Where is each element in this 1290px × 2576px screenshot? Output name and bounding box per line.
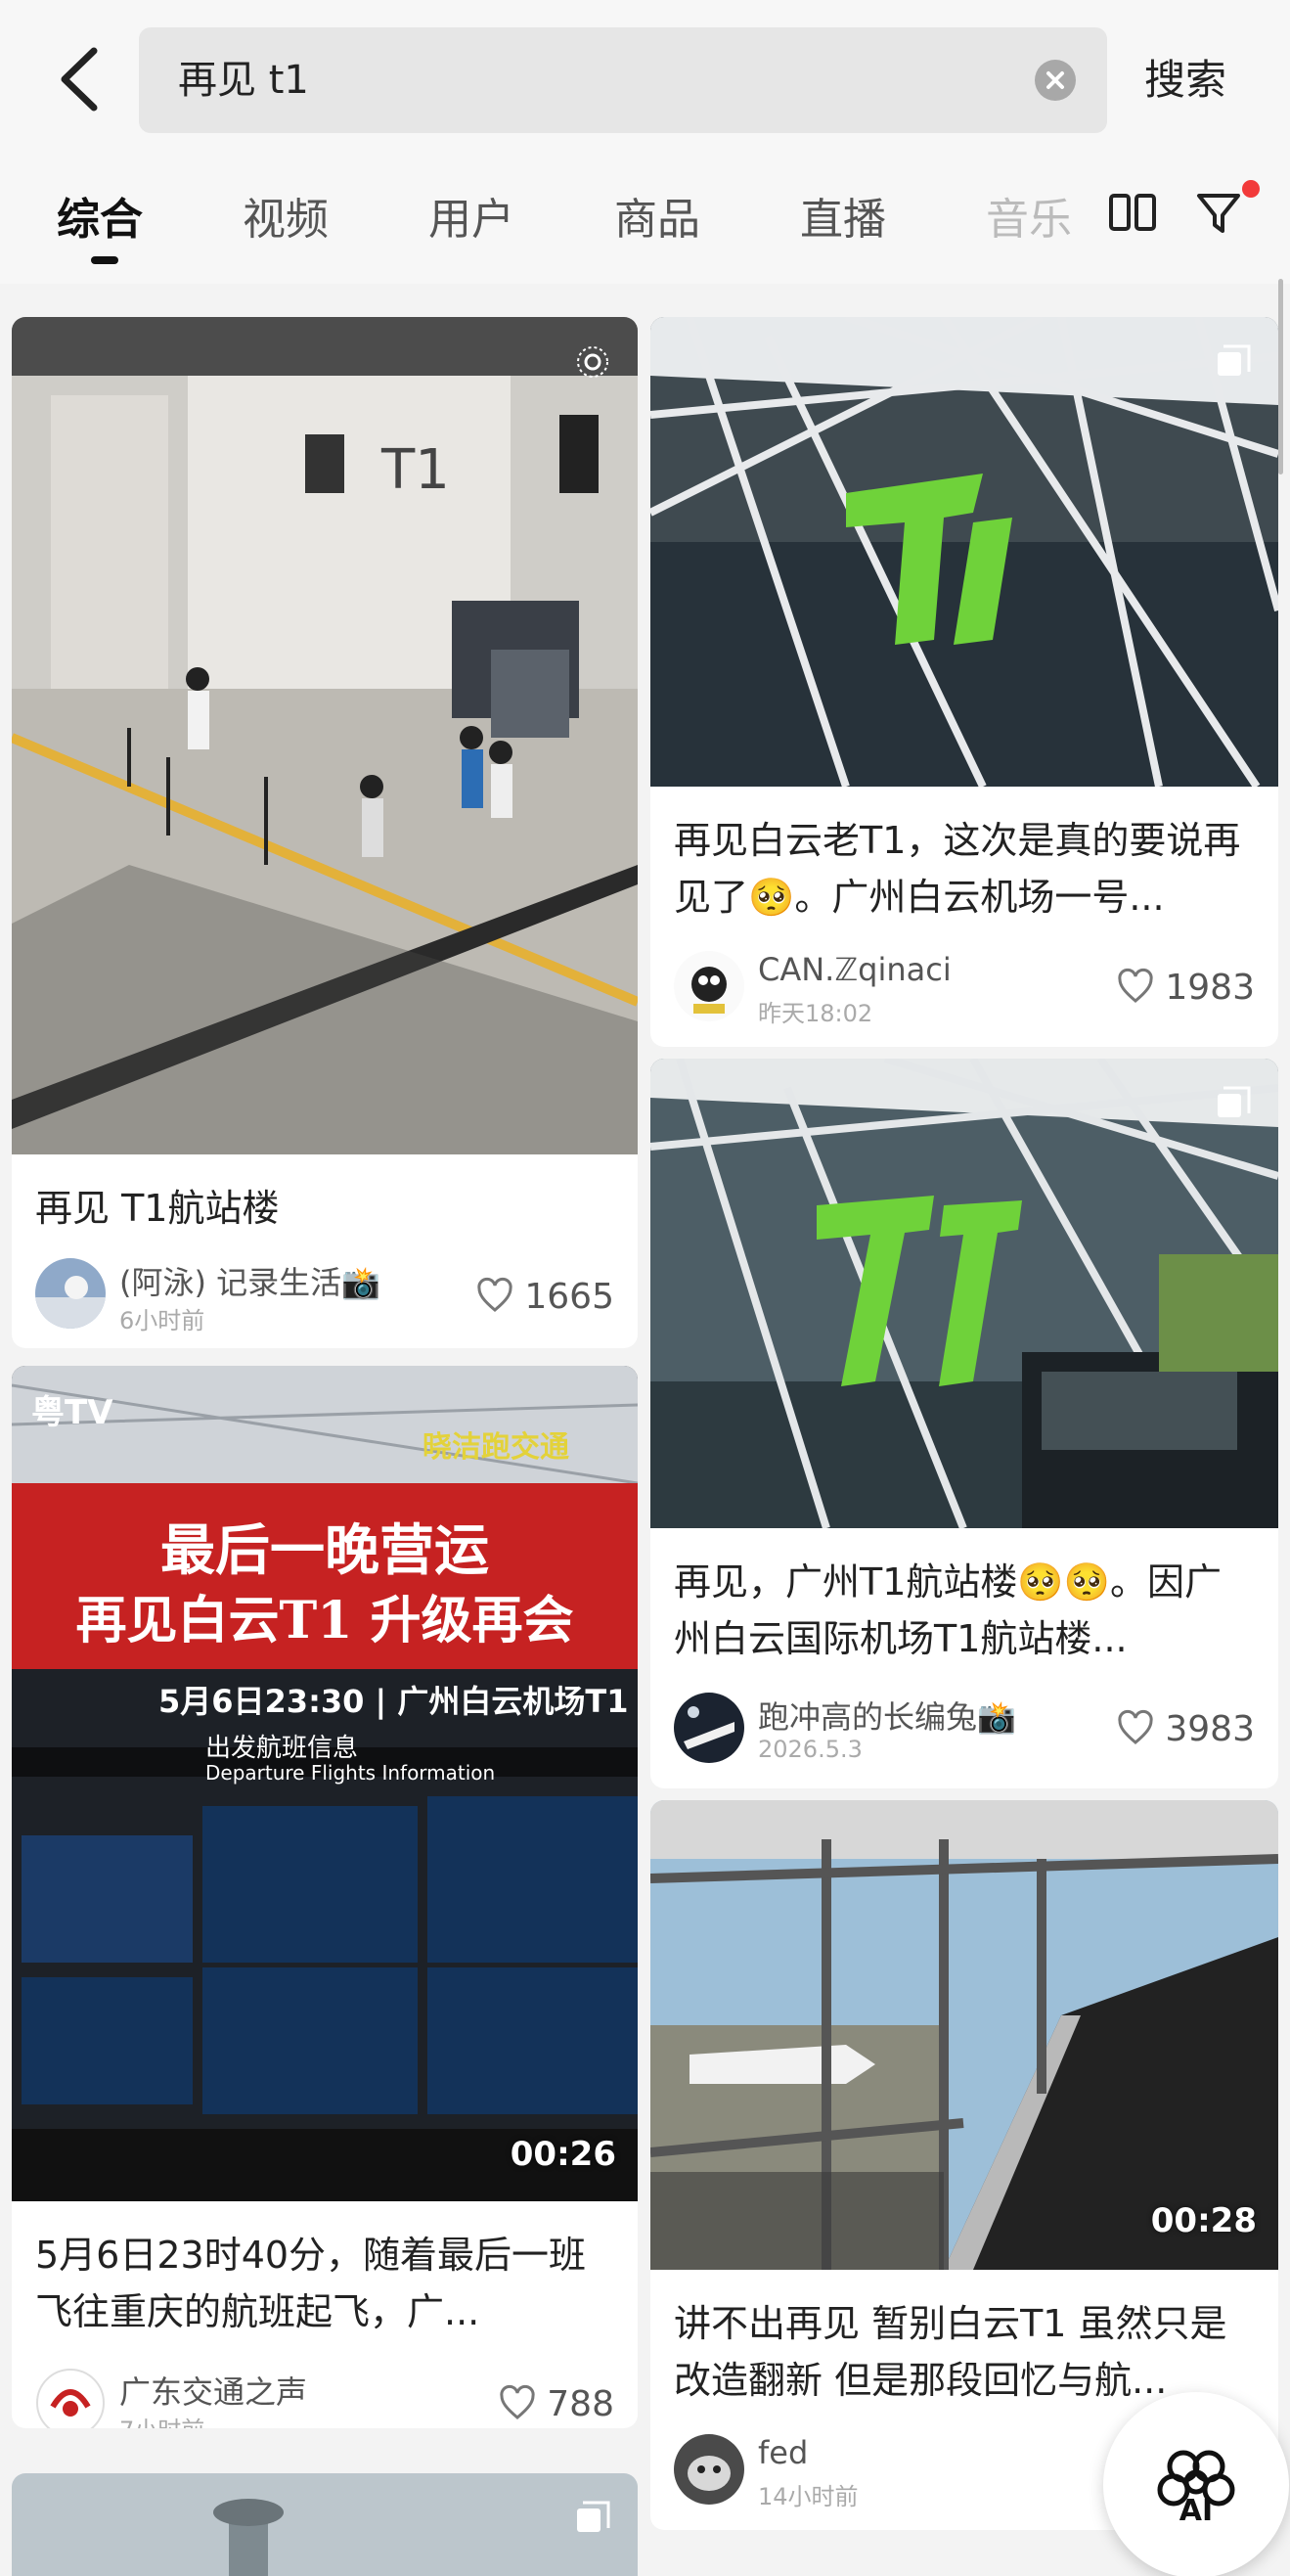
like-button[interactable]: 1665 — [475, 1272, 614, 1321]
top-bar: 再见 t1 搜索 综合 视频 用户 商品 直播 音乐 — [0, 0, 1290, 284]
card-title: 再见 T1航站楼 — [35, 1187, 280, 1230]
card-title: 再见，广州T1航站楼🥺🥺。因广州白云国际机场T1航站楼... — [674, 1560, 1223, 1660]
author-info[interactable]: CAN.ℤqinaci 昨天18:02 — [674, 951, 1045, 1027]
author-name: (阿泳) 记录生活📸 — [119, 1264, 380, 1301]
author-name: 跑冲高的长编兔📸 — [758, 1698, 1016, 1736]
avatar — [35, 1258, 106, 1329]
tab-music[interactable]: 音乐 — [986, 184, 1072, 247]
clear-icon[interactable] — [1035, 60, 1076, 101]
like-button[interactable]: 788 — [498, 2379, 614, 2428]
video-headline-1: 最后一晚营运 — [160, 1518, 489, 1583]
heart-icon — [500, 2384, 535, 2419]
post-time: 7小时前 — [119, 2411, 204, 2428]
like-button[interactable]: 1983 — [1116, 963, 1255, 1012]
feed-card[interactable]: 再见白云老T1，这次是真的要说再见了🥺。广州白云机场一号... CAN.ℤqin… — [650, 317, 1278, 1047]
scrollbar[interactable] — [1278, 279, 1283, 475]
double-column-layout-icon[interactable] — [1105, 186, 1160, 241]
video-subline: 5月6日23:30 | 广州白云机场T1 — [158, 1683, 629, 1720]
tab-products[interactable]: 商品 — [614, 184, 700, 247]
author-name: 广东交通之声 — [119, 2373, 308, 2411]
heart-icon — [1118, 968, 1153, 1003]
search-button[interactable]: 搜索 — [1144, 27, 1226, 133]
like-count: 1665 — [524, 1276, 614, 1317]
avatar — [674, 1693, 744, 1763]
brand-label: 晓洁跑交通 — [423, 1430, 569, 1465]
author-name: CAN.ℤqinaci — [758, 951, 952, 988]
author-name: fed — [758, 2434, 809, 2471]
back-icon[interactable] — [51, 45, 110, 113]
author-info[interactable]: 广东交通之声 7小时前 — [35, 2368, 407, 2428]
post-time: 6小时前 — [119, 1307, 205, 1334]
ai-label: AI — [1179, 2494, 1214, 2528]
live-photo-icon — [577, 346, 608, 378]
notification-dot — [1242, 180, 1260, 198]
author-info[interactable]: (阿泳) 记录生活📸 6小时前 — [35, 1258, 407, 1334]
video-headline-2: 再见白云T1 升级再会 — [75, 1591, 574, 1650]
board-title-en: Departure Flights Information — [205, 1761, 496, 1785]
feed-card[interactable]: 粤TV 晓洁跑交通 最后一晚营运 再见白云T1 升级再会 5月6日23:30 |… — [12, 1366, 638, 2428]
tab-live[interactable]: 直播 — [800, 184, 886, 247]
heart-icon — [477, 1277, 512, 1312]
feed-card[interactable]: T1 再见 T1航站楼 (阿泳) 记录生活📸 6小时前 1665 — [12, 317, 638, 1348]
card-thumbnail: T1 — [12, 317, 638, 1154]
svg-text:T1: T1 — [380, 438, 450, 502]
gallery-icon — [1218, 1086, 1251, 1117]
filter-tabs: 综合 视频 用户 商品 直播 音乐 — [0, 166, 1290, 284]
card-title: 5月6日23时40分，随着最后一班飞往重庆的航班起飞，广... — [35, 2234, 587, 2333]
tab-comprehensive[interactable]: 综合 — [57, 184, 143, 247]
post-time: 2026.5.3 — [758, 1736, 863, 1763]
gallery-icon — [577, 2501, 610, 2532]
station-logo-text: 粤TV — [31, 1393, 113, 1432]
ai-flower-icon — [1157, 2450, 1235, 2507]
search-input[interactable]: 再见 t1 — [139, 27, 1107, 133]
card-thumbnail — [12, 2473, 638, 2576]
ai-assistant-button[interactable]: AI — [1103, 2392, 1289, 2576]
filter-icon[interactable] — [1193, 186, 1248, 241]
video-duration: 00:26 — [510, 2135, 616, 2174]
avatar — [674, 951, 744, 1021]
author-info[interactable]: fed 14小时前 — [674, 2434, 1045, 2510]
heart-icon — [1118, 1709, 1153, 1744]
avatar — [35, 2368, 106, 2428]
card-title: 再见白云老T1，这次是真的要说再见了🥺。广州白云机场一号... — [674, 819, 1241, 919]
card-thumbnail — [650, 317, 1278, 790]
post-time: 14小时前 — [758, 2483, 859, 2510]
like-count: 1983 — [1165, 967, 1255, 1008]
tab-indicator — [91, 256, 118, 264]
board-title-cn: 出发航班信息 — [205, 1734, 359, 1763]
gallery-icon — [1218, 344, 1251, 376]
card-thumbnail — [650, 1800, 1278, 2270]
feed-card[interactable] — [12, 2473, 638, 2576]
search-query: 再见 t1 — [178, 58, 309, 103]
like-button[interactable]: 3983 — [1116, 1704, 1255, 1753]
video-duration: 00:28 — [1150, 2201, 1257, 2240]
post-time: 昨天18:02 — [758, 1000, 873, 1027]
card-thumbnail — [650, 1059, 1278, 1530]
feed-card[interactable]: 再见，广州T1航站楼🥺🥺。因广州白云国际机场T1航站楼... 跑冲高的长编兔📸 … — [650, 1059, 1278, 1788]
tab-video[interactable]: 视频 — [243, 184, 329, 247]
like-count: 788 — [547, 2383, 614, 2424]
author-info[interactable]: 跑冲高的长编兔📸 2026.5.3 — [674, 1693, 1045, 1763]
tab-users[interactable]: 用户 — [428, 184, 514, 247]
avatar — [674, 2434, 744, 2505]
like-count: 3983 — [1165, 1708, 1255, 1749]
